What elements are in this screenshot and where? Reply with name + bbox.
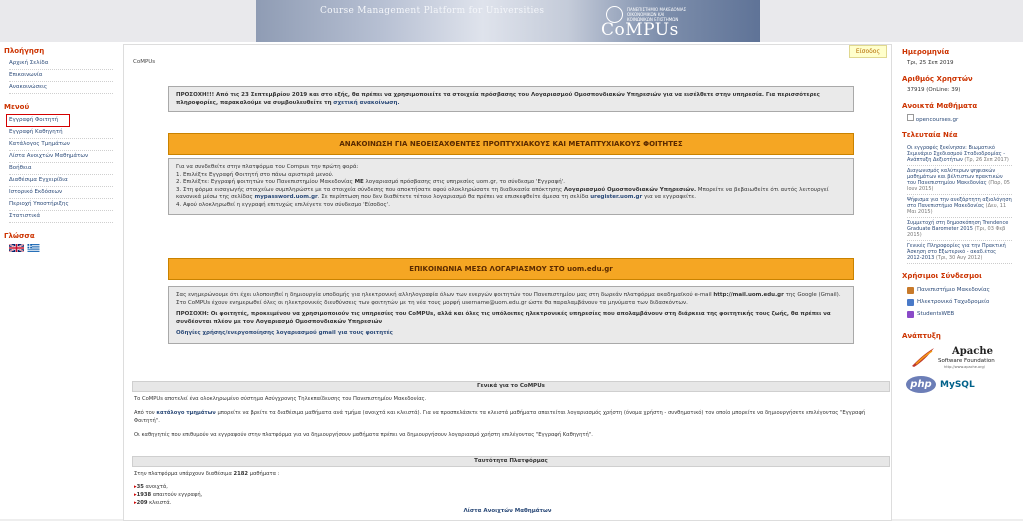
instructions-box: Για να συνδεθείτε στην πλατφόρμα του Com…	[168, 158, 854, 215]
nav-item-home[interactable]: Αρχική Σελίδα	[9, 58, 113, 70]
stat-closed: ▸209 κλειστά.	[134, 500, 172, 506]
php-mysql-logos: php MySQL	[906, 374, 1018, 400]
instructions-step-4: 4. Αφού ολοκληρωθεί η εγγραφή επιτυχώς ε…	[176, 201, 391, 208]
english-flag-icon[interactable]	[9, 244, 24, 252]
gmail-instructions-link[interactable]: Οδηγίες χρήσης/ενεργοποίησης λογαριασμού…	[176, 330, 846, 338]
date-value: Τρι, 25 Σεπ 2019	[907, 60, 954, 66]
compus-logo: CoMPUs	[601, 20, 679, 40]
breadcrumb[interactable]: CoMPUs	[133, 59, 155, 65]
header-banner: Course Management Platform for Universit…	[0, 0, 1023, 42]
latest-news-title: Τελευταία Νέα	[902, 131, 958, 139]
open-courses-title: Ανοικτά Μαθήματα	[902, 102, 978, 110]
platform-identity-p1: Στην πλατφόρμα υπάρχουν διαθέσιμα 2182 μ…	[134, 471, 280, 477]
studentsweb-icon	[907, 310, 914, 318]
uregister-link[interactable]: uregister.uom.gr	[590, 194, 642, 200]
left-sidebar: Πλοήγηση Αρχική Σελίδα Επικοινωνία Ανακο…	[0, 44, 120, 252]
news-item[interactable]: Γενικές Πληροφορίες για την Πρακτική Άσκ…	[907, 241, 1012, 264]
news-item[interactable]: Συμμετοχή στη δημοσκόπηση Trendence Grad…	[907, 218, 1012, 241]
menu-item-help[interactable]: Βοήθεια	[9, 163, 113, 175]
menu-item-version-history[interactable]: Ιστορικό Εκδόσεων	[9, 187, 113, 199]
date-title: Ημερομηνία	[902, 48, 950, 56]
stat-registration: ▸1938 απαιτούν εγγραφή,	[134, 492, 203, 498]
users-value: 37919 (OnLine: 39)	[907, 87, 961, 93]
email-warning: ΠΡΟΣΟΧΗ: Οι φοιτητές, προκειμένου να χρη…	[176, 311, 831, 325]
orange-banner-email: ΕΠΙΚΟΙΝΩΝΙΑ ΜΕΣΩ ΛΟΓΑΡΙΑΣΜΟΥ ΣΤΟ uom.edu…	[168, 258, 854, 280]
nav-item-contact[interactable]: Επικοινωνία	[9, 70, 113, 82]
menu-item-manuals[interactable]: Διαθέσιμα Εγχειρίδια	[9, 175, 113, 187]
link-studentsweb[interactable]: StudentsWEB	[907, 308, 1018, 320]
stat-open: ▸35 ανοιχτά,	[134, 484, 168, 490]
apache-feather-icon	[912, 348, 934, 367]
notice-federated-account: ΠΡΟΣΟΧΗ!!! Από τις 23 Σεπτεμβρίου 2019 κ…	[168, 86, 854, 112]
mysql-logo[interactable]: MySQL	[940, 380, 975, 390]
main-content: CoMPUs Είσοδος ΠΡΟΣΟΧΗ!!! Από τις 23 Σεπ…	[123, 44, 892, 521]
menu-item-support[interactable]: Περιοχή Υποστήριξης	[9, 199, 113, 211]
general-about-p1: Το CoMPUs αποτελεί ένα ολοκληρωμένο σύστ…	[134, 396, 427, 402]
news-item[interactable]: Ψήφισμα για την ανεξάρτητη αξιολόγηση στ…	[907, 195, 1012, 218]
instructions-intro: Για να συνδεθείτε στην πλατφόρμα του Com…	[176, 164, 359, 170]
banner-subtitle: Course Management Platform for Universit…	[320, 6, 545, 16]
menu-item-student-registration[interactable]: Εγγραφή Φοιτητή	[6, 114, 70, 127]
platform-identity-header: Ταυτότητα Πλατφόρμας	[132, 456, 890, 467]
mail-uom-link[interactable]: http://mail.uom.edu.gr	[713, 292, 783, 298]
users-title: Αριθμός Χρηστών	[902, 75, 973, 83]
general-about-header: Γενικά για το CoMPUs	[132, 381, 890, 392]
notice-text: ΠΡΟΣΟΧΗ!!! Από τις 23 Σεπτεμβρίου 2019 κ…	[176, 92, 820, 106]
link-email[interactable]: Ηλεκτρονικό Ταχυδρομείο	[907, 296, 1018, 308]
general-about-p2: Από τον κατάλογο τμημάτων μπορείτε να βρ…	[134, 410, 866, 424]
menu-item-open-courses[interactable]: Λίστα Ανοιχτών Μαθημάτων	[9, 151, 113, 163]
email-icon	[907, 298, 914, 306]
menu-item-statistics[interactable]: Στατιστικά	[9, 211, 113, 223]
news-item[interactable]: Διαγωνισμός καλύτερων ψηφιακών μαθημάτων…	[907, 166, 1012, 195]
right-sidebar: Ημερομηνία Τρι, 25 Σεπ 2019 Αριθμός Χρησ…	[900, 44, 1018, 400]
banner-image: Course Management Platform for Universit…	[256, 0, 760, 42]
opencourses-image-link[interactable]: opencourses.gr	[907, 114, 1018, 123]
language-title: Γλώσσα	[4, 232, 35, 240]
menu-title: Μενού	[4, 103, 30, 111]
instructions-step-3: 3. Στη φόρμα εισαγωγής στοιχείων συμπληρ…	[176, 186, 829, 201]
useful-links-title: Χρήσιμοι Σύνδεσμοι	[902, 272, 982, 280]
news-item[interactable]: Οι εγγραφές ξεκίνησαν: Βιωματικό Σεμινάρ…	[907, 143, 1012, 166]
broken-image-icon	[907, 114, 914, 121]
greek-flag-icon[interactable]	[26, 244, 41, 252]
orange-banner-new-students: ΑΝΑΚΟΙΝΩΣΗ ΓΙΑ ΝΕΟΕΙΣΑΧΘΕΝΤΕΣ ΠΡΟΠΤΥΧΙΑΚ…	[168, 133, 854, 155]
nav-title: Πλοήγηση	[4, 47, 45, 55]
course-stats-list: ▸35 ανοιχτά, ▸1938 απαιτούν εγγραφή, ▸20…	[134, 483, 886, 507]
email-info-box: Σας ενημερώνουμε ότι έχει υλοποιηθεί η δ…	[168, 286, 854, 344]
powered-by-title: Ανάπτυξη	[902, 332, 941, 340]
menu-item-professor-registration[interactable]: Εγγραφή Καθηγητή	[9, 127, 113, 139]
instructions-step-2: 2. Επιλέξτε: Εγγραφή φοιτητών του Πανεπι…	[176, 179, 566, 185]
login-button[interactable]: Είσοδος	[848, 45, 887, 58]
open-courses-list-link[interactable]: Λίστα Ανοιχτών Μαθημάτων	[124, 508, 891, 514]
link-university[interactable]: Πανεπιστήμιο Μακεδονίας	[907, 284, 1018, 296]
menu-item-departments[interactable]: Κατάλογος Τμημάτων	[9, 139, 113, 151]
apache-logo[interactable]: Apache Software Foundation http://www.ap…	[908, 344, 1018, 372]
related-announcement-link[interactable]: σχετική ανακοίνωση.	[333, 100, 399, 106]
general-about-p3: Οι καθηγητές που επιθυμούν να εγγραφούν …	[134, 432, 593, 438]
mypassword-link[interactable]: mypassword.uom.gr	[254, 194, 317, 200]
instructions-step-1: 1. Επιλέξτε Εγγραφή Φοιτητή στο πάνω αρι…	[176, 171, 334, 178]
page: Course Management Platform for Universit…	[0, 0, 1023, 521]
php-logo[interactable]: php	[906, 376, 936, 393]
university-icon	[907, 286, 914, 294]
email-info-paragraph: Σας ενημερώνουμε ότι έχει υλοποιηθεί η δ…	[176, 292, 841, 306]
department-catalog-link[interactable]: κατάλογο τμημάτων	[156, 410, 215, 416]
nav-item-announcements[interactable]: Ανακοινώσεις	[9, 82, 113, 94]
